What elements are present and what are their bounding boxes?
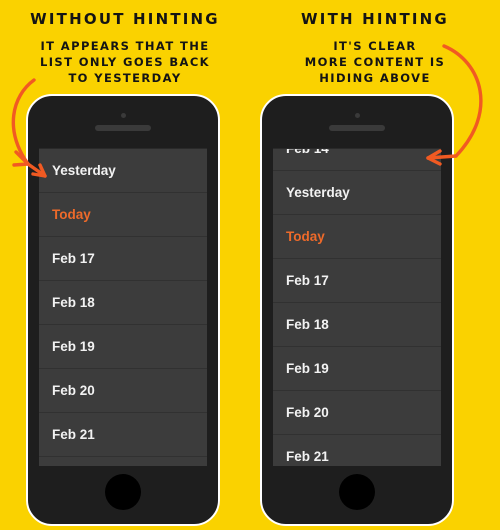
- list-item-label: Today: [286, 229, 325, 244]
- date-list[interactable]: Feb 14 Yesterday Today Feb 17 Feb 18 Feb…: [273, 148, 441, 466]
- phone-screen: Yesterday Today Feb 17 Feb 18 Feb 19 Feb…: [39, 148, 207, 466]
- camera-dot-icon: [354, 113, 360, 118]
- panel-subheading: IT APPEARS THAT THE LIST ONLY GOES BACK …: [40, 39, 210, 85]
- list-item[interactable]: Feb 17: [273, 259, 441, 303]
- phone-screen: Feb 14 Yesterday Today Feb 17 Feb 18 Feb…: [273, 148, 441, 466]
- panel-heading: WITH HINTING: [301, 10, 449, 28]
- list-item[interactable]: Today: [39, 193, 207, 237]
- list-item-label: Feb 21: [286, 449, 329, 464]
- list-item-label: Feb 18: [52, 295, 95, 310]
- list-item[interactable]: Yesterday: [39, 149, 207, 193]
- list-item[interactable]: Feb 19: [273, 347, 441, 391]
- list-item[interactable]: Feb 17: [39, 237, 207, 281]
- panel-heading: WITHOUT HINTING: [30, 10, 220, 28]
- list-item-clipped-bottom[interactable]: Feb 21: [273, 435, 441, 466]
- speaker-grille-icon: [329, 125, 385, 131]
- list-item[interactable]: Feb 20: [273, 391, 441, 435]
- panel-subheading: IT'S CLEAR MORE CONTENT IS HIDING ABOVE: [304, 39, 446, 85]
- camera-dot-icon: [120, 113, 126, 118]
- list-item-label: Yesterday: [286, 185, 350, 200]
- list-item-label: Yesterday: [52, 163, 116, 178]
- list-item-label: Feb 19: [52, 339, 95, 354]
- phone-mockup: Feb 14 Yesterday Today Feb 17 Feb 18 Feb…: [260, 94, 454, 526]
- infographic-canvas: WITHOUT HINTING IT APPEARS THAT THE LIST…: [0, 0, 500, 530]
- list-item-label: Feb 20: [52, 383, 95, 398]
- list-item-label: Feb 17: [52, 251, 95, 266]
- list-item[interactable]: Feb 18: [39, 281, 207, 325]
- list-item[interactable]: Yesterday: [273, 171, 441, 215]
- list-item[interactable]: Feb 21: [39, 413, 207, 457]
- list-item-label: Feb 19: [286, 361, 329, 376]
- list-item-label: Feb 17: [286, 273, 329, 288]
- list-item-label: Feb 21: [52, 427, 95, 442]
- speaker-grille-icon: [95, 125, 151, 131]
- list-item[interactable]: Feb 19: [39, 325, 207, 369]
- list-item-label: Feb 20: [286, 405, 329, 420]
- home-button[interactable]: [339, 474, 375, 510]
- list-item-label: Feb 18: [286, 317, 329, 332]
- list-item[interactable]: Today: [273, 215, 441, 259]
- home-button[interactable]: [105, 474, 141, 510]
- list-item-label: Feb 14: [286, 148, 329, 156]
- list-item-clipped-top[interactable]: Feb 14: [273, 148, 441, 171]
- panel-without-hinting: WITHOUT HINTING IT APPEARS THAT THE LIST…: [0, 0, 250, 530]
- list-item[interactable]: Feb 20: [39, 369, 207, 413]
- date-list[interactable]: Yesterday Today Feb 17 Feb 18 Feb 19 Feb…: [39, 149, 207, 457]
- phone-mockup: Yesterday Today Feb 17 Feb 18 Feb 19 Feb…: [26, 94, 220, 526]
- list-item[interactable]: Feb 18: [273, 303, 441, 347]
- list-item-label: Today: [52, 207, 91, 222]
